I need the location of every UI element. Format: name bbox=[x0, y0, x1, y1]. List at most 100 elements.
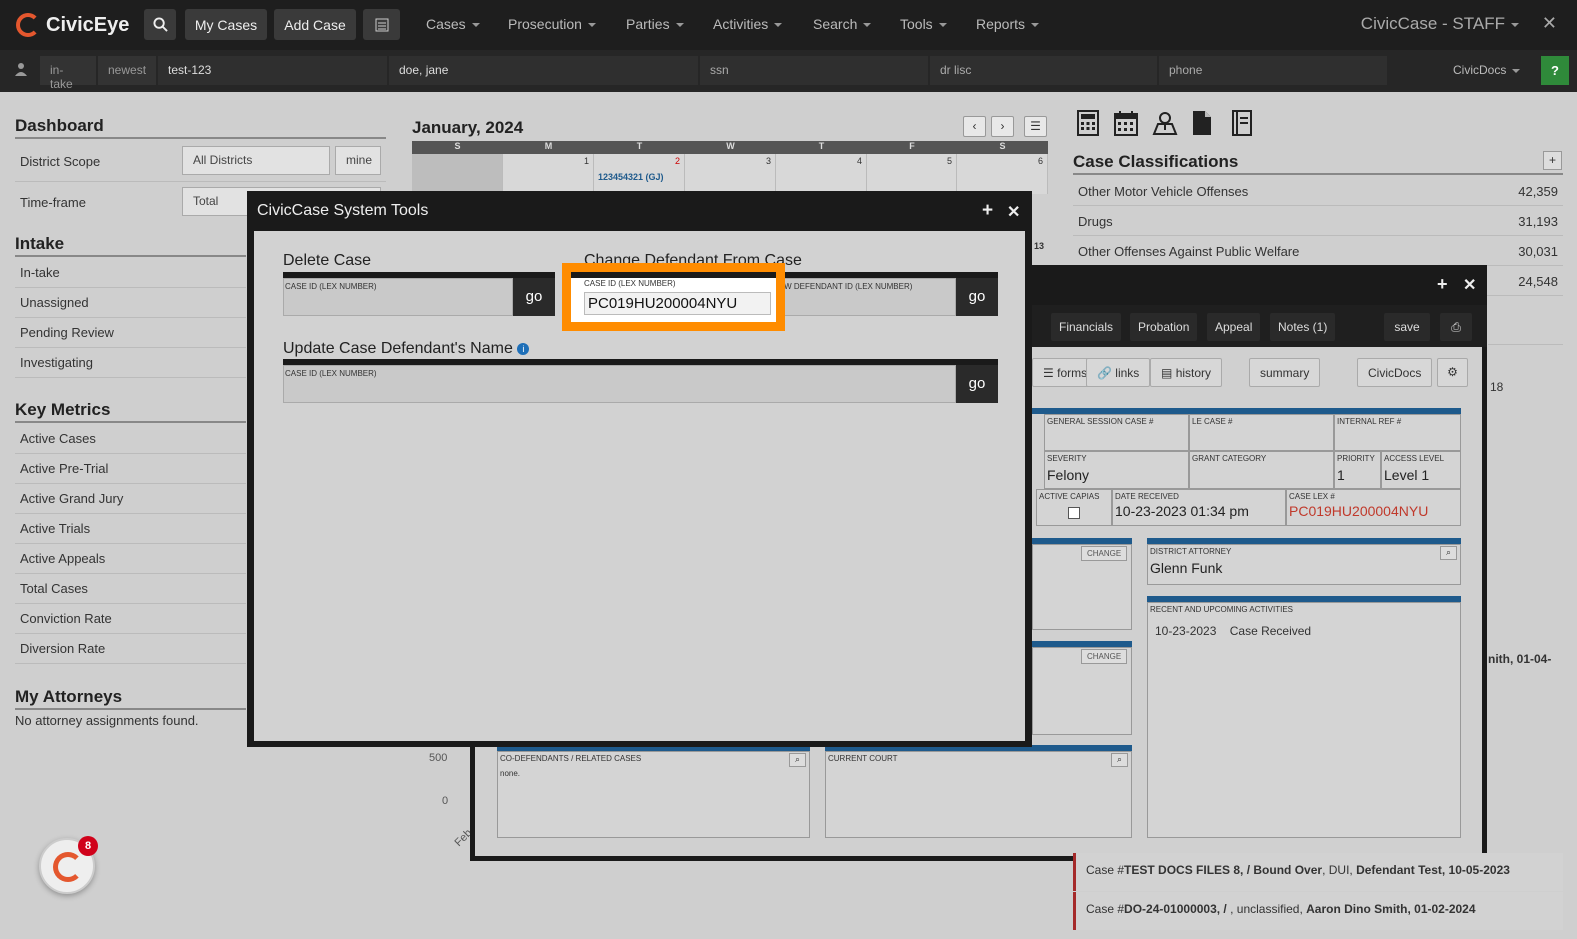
calculator-icon[interactable] bbox=[1077, 110, 1101, 136]
tab-appeal[interactable]: Appeal bbox=[1207, 313, 1261, 341]
recent-case-item[interactable]: Case #DO-24-01000003, / , unclassified, … bbox=[1073, 892, 1563, 930]
name-input[interactable]: doe, jane bbox=[389, 56, 698, 85]
close-icon[interactable]: ✕ bbox=[1007, 202, 1020, 222]
civicdocs-button[interactable]: CivicDocs bbox=[1357, 358, 1433, 387]
search-icon[interactable]: ⌕ bbox=[1440, 546, 1457, 560]
gs-case-field[interactable]: GENERAL SESSION CASE # bbox=[1044, 414, 1189, 451]
notebook-icon[interactable] bbox=[1231, 110, 1255, 136]
driver-license-input[interactable]: dr lisc bbox=[930, 56, 1157, 85]
metric-item[interactable]: Diversion Rate bbox=[15, 634, 246, 664]
print-button[interactable]: ⎙ bbox=[1440, 313, 1472, 341]
links-button[interactable]: 🔗 links bbox=[1086, 358, 1151, 387]
phone-input[interactable]: phone bbox=[1159, 56, 1387, 85]
le-case-field[interactable]: LE CASE # bbox=[1189, 414, 1334, 451]
tab-probation[interactable]: Probation bbox=[1130, 313, 1198, 341]
menu-tools[interactable]: Tools bbox=[900, 16, 947, 32]
classification-row[interactable]: Other Motor Vehicle Offenses 42,359 bbox=[1073, 176, 1563, 206]
calendar-day-cell[interactable]: 6 bbox=[957, 154, 1048, 194]
calendar-day-cell[interactable]: 3 bbox=[685, 154, 776, 194]
priority-field[interactable]: PRIORITY 1 bbox=[1334, 451, 1381, 489]
tab-financials[interactable]: Financials bbox=[1051, 313, 1122, 341]
activity-row[interactable]: 10-23-2023 Case Received bbox=[1150, 624, 1458, 638]
close-icon[interactable]: ✕ bbox=[1463, 275, 1476, 295]
save-button[interactable]: save bbox=[1384, 313, 1430, 341]
settings-button[interactable]: ⚙ bbox=[1437, 358, 1468, 387]
map-icon[interactable] bbox=[1152, 110, 1178, 136]
intake-item[interactable]: Unassigned bbox=[15, 288, 246, 318]
close-icon[interactable]: ✕ bbox=[1542, 13, 1557, 34]
expand-icon[interactable]: + bbox=[1437, 274, 1448, 295]
calendar-day-cell[interactable]: 2 123454321 (GJ) bbox=[594, 154, 685, 194]
app-title-dropdown[interactable]: CivicCase - STAFF bbox=[1361, 14, 1519, 34]
menu-search[interactable]: Search bbox=[813, 16, 872, 32]
tab-notes[interactable]: Notes (1) bbox=[1270, 313, 1336, 341]
menu-parties[interactable]: Parties bbox=[626, 16, 684, 32]
calendar-day-cell[interactable]: 1 bbox=[503, 154, 594, 194]
document-icon[interactable] bbox=[1192, 110, 1216, 136]
calendar-next-button[interactable]: › bbox=[991, 116, 1014, 137]
metric-item[interactable]: Active Trials bbox=[15, 514, 246, 544]
update-go-button[interactable]: go bbox=[956, 365, 998, 403]
capias-checkbox[interactable] bbox=[1068, 507, 1080, 519]
calendar-icon[interactable] bbox=[1114, 110, 1138, 136]
change-case-id-field[interactable]: CASE ID (LEX NUMBER) PC019HU200004NYU bbox=[584, 279, 771, 315]
change-case-id-input[interactable]: PC019HU200004NYU bbox=[584, 292, 771, 315]
district-attorney-field[interactable]: DISTRICT ATTORNEY Glenn Funk bbox=[1147, 544, 1461, 585]
metric-item[interactable]: Conviction Rate bbox=[15, 604, 246, 634]
expand-icon[interactable]: + bbox=[982, 200, 993, 222]
district-scope-select[interactable]: All Districts bbox=[182, 146, 330, 175]
classification-row[interactable]: Drugs 31,193 bbox=[1073, 206, 1563, 236]
add-classification-button[interactable]: + bbox=[1543, 151, 1562, 170]
menu-cases[interactable]: Cases bbox=[426, 16, 480, 32]
add-case-button[interactable]: Add Case bbox=[274, 9, 356, 40]
menu-reports[interactable]: Reports bbox=[976, 16, 1040, 32]
user-icon[interactable] bbox=[14, 62, 28, 79]
case-number-input[interactable]: test-123 bbox=[158, 56, 387, 85]
access-level-field[interactable]: ACCESS LEVEL Level 1 bbox=[1381, 451, 1461, 489]
civicdocs-dropdown[interactable]: CivicDocs bbox=[1453, 63, 1521, 77]
my-cases-button[interactable]: My Cases bbox=[185, 9, 267, 40]
metric-item[interactable]: Total Cases bbox=[15, 574, 246, 604]
update-case-id-input[interactable]: CASE ID (LEX NUMBER) bbox=[283, 365, 956, 403]
calendar-day-cell[interactable]: 5 bbox=[867, 154, 957, 194]
mine-button[interactable]: mine bbox=[335, 146, 381, 175]
intake-item[interactable]: Investigating bbox=[15, 348, 246, 378]
summary-button[interactable]: summary bbox=[1249, 358, 1321, 387]
delete-case-id-input[interactable]: CASE ID (LEX NUMBER) bbox=[283, 278, 513, 316]
brand-logo[interactable]: CivicEye bbox=[16, 10, 129, 40]
intake-filter[interactable]: in-take bbox=[40, 56, 96, 91]
grant-category-field[interactable]: GRANT CATEGORY bbox=[1189, 451, 1334, 489]
intake-item[interactable]: Pending Review bbox=[15, 318, 246, 348]
help-button[interactable]: ? bbox=[1541, 56, 1569, 85]
info-icon[interactable]: i bbox=[517, 342, 530, 355]
search-button[interactable] bbox=[144, 9, 176, 40]
ssn-input[interactable]: ssn bbox=[700, 56, 928, 85]
calendar-prev-button[interactable]: ‹ bbox=[963, 116, 986, 137]
recent-case-item[interactable]: Case #TEST DOCS FILES 8, / Bound Over, D… bbox=[1073, 853, 1563, 891]
classification-row[interactable]: Other Offenses Against Public Welfare 30… bbox=[1073, 236, 1563, 266]
change-go-button[interactable]: go bbox=[956, 278, 998, 316]
internal-ref-field[interactable]: INTERNAL REF # bbox=[1334, 414, 1461, 451]
calendar-day-cell[interactable] bbox=[412, 154, 503, 194]
metric-item[interactable]: Active Grand Jury bbox=[15, 484, 246, 514]
history-button[interactable]: ▤ history bbox=[1150, 358, 1223, 387]
calendar-event[interactable]: 123454321 (GJ) bbox=[598, 172, 680, 182]
date-received-field[interactable]: DATE RECEIVED 10-23-2023 01:34 pm bbox=[1112, 489, 1286, 526]
menu-prosecution[interactable]: Prosecution bbox=[508, 16, 596, 32]
search-icon[interactable]: ⌕ bbox=[1111, 753, 1128, 767]
metric-item[interactable]: Active Pre-Trial bbox=[15, 454, 246, 484]
case-lex-field[interactable]: CASE LEX # PC019HU200004NYU bbox=[1286, 489, 1461, 526]
list-view-button[interactable] bbox=[363, 9, 400, 40]
newest-filter[interactable]: newest bbox=[98, 56, 156, 85]
search-icon[interactable]: ⌕ bbox=[789, 753, 806, 767]
change-button[interactable]: CHANGE bbox=[1081, 546, 1128, 561]
severity-field[interactable]: SEVERITY Felony bbox=[1044, 451, 1189, 489]
calendar-day-cell[interactable]: 4 bbox=[776, 154, 867, 194]
menu-activities[interactable]: Activities bbox=[713, 16, 783, 32]
metric-item[interactable]: Active Appeals bbox=[15, 544, 246, 574]
intake-item[interactable]: In-take bbox=[15, 258, 246, 288]
new-defendant-id-input[interactable]: NEW DEFENDANT ID (LEX NUMBER) bbox=[771, 278, 956, 316]
calendar-list-button[interactable]: ☰ bbox=[1024, 116, 1047, 137]
delete-go-button[interactable]: go bbox=[513, 278, 555, 316]
metric-item[interactable]: Active Cases bbox=[15, 424, 246, 454]
